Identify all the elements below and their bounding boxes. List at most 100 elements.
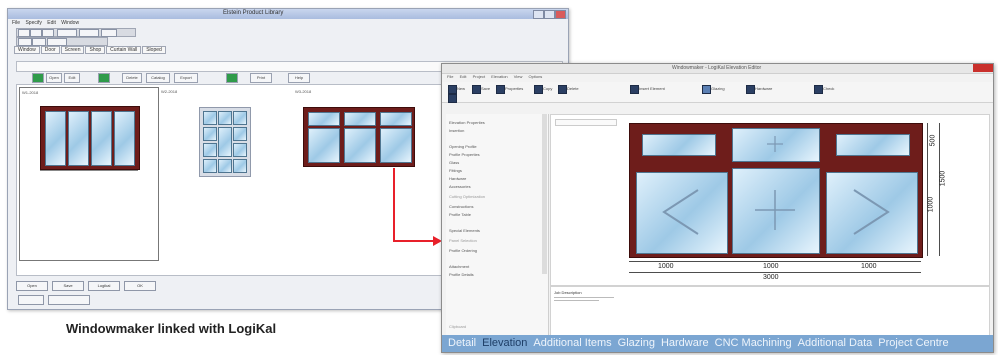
toolbar-save-button[interactable] [42,29,54,37]
menu-options[interactable]: Options [529,74,543,79]
tab-detail[interactable]: Detail [448,337,476,349]
toolbar-print-button[interactable] [57,29,77,37]
sidebar-item[interactable]: Insertion [449,128,464,133]
glass-pane [203,111,217,125]
ribbon-delete[interactable]: Delete [567,86,579,91]
maximize-button[interactable] [544,10,555,19]
sidebar-item[interactable]: Profile Ordering [449,248,477,253]
sidebar-item[interactable]: Clipboard [449,324,466,329]
save-button[interactable]: Save [52,281,84,291]
menu-window[interactable]: Window [61,20,79,26]
copy-icon[interactable] [534,85,543,94]
ribbon-insert-element[interactable]: Insert Element [639,86,665,91]
delete-icon[interactable] [558,85,567,94]
sidebar-item[interactable]: Opening Profile [449,144,477,149]
sidebar-item[interactable]: Panel Selection [449,238,477,243]
tab-door[interactable]: Door [40,46,60,54]
sidebar-item[interactable]: Attachment [449,264,469,269]
tab-curtain-wall[interactable]: Curtain Wall [106,46,142,54]
sidebar-item[interactable]: Profile Details [449,272,474,277]
logikal-menubar: File Edit Project Elevation View Options [442,74,993,81]
product-card-3[interactable]: W3-2018 [293,87,423,259]
module-tab-bar: Detail Elevation Additional Items Glazing Ha… [442,335,993,352]
ribbon-glazing[interactable]: Glazing [711,86,725,91]
tab-glazing[interactable]: Glazing [618,337,655,349]
control-open-button[interactable]: Open [46,73,62,83]
sidebar-scrollbar[interactable] [542,114,547,274]
sidebar-item[interactable]: Fittings [449,168,462,173]
sidebar-item[interactable]: Glass [449,160,459,165]
tab-additional-data[interactable]: Additional Data [798,337,873,349]
sidebar-item[interactable]: Constructions [449,204,473,209]
close-button[interactable] [973,64,993,72]
tab-screen[interactable]: Screen [60,46,85,54]
ribbon-copy[interactable]: Copy [543,86,552,91]
tab-cnc-machining[interactable]: CNC Machining [715,337,792,349]
control-print-button[interactable]: Print [250,73,272,83]
control-edit-button[interactable]: Edit [64,73,80,83]
green-action-button-2[interactable] [98,73,110,83]
sidebar-item[interactable]: Profile Table [449,212,471,217]
tab-elevation[interactable]: Elevation [482,337,527,349]
ok-button[interactable]: OK [124,281,156,291]
category-tabs: Window Door Screen Shop Curtain Wall Sloped [14,46,167,56]
ribbon-hardware[interactable]: Hardware [755,86,772,91]
sidebar-item[interactable]: Accessories [449,184,471,189]
new-icon[interactable] [448,85,457,94]
sidebar-item[interactable]: Special Elements [449,228,480,233]
sidebar-item[interactable]: Elevation Properties [449,120,485,125]
close-button[interactable] [555,10,566,19]
green-action-button[interactable] [32,73,44,83]
toolbar-new-button[interactable] [18,29,30,37]
check-icon[interactable] [814,85,823,94]
menu-edit[interactable]: Edit [460,74,467,79]
glazing-icon[interactable] [702,85,711,94]
minimize-button[interactable] [533,10,544,19]
insert-element-icon[interactable] [630,85,639,94]
control-help-button[interactable]: Help [288,73,310,83]
open-button[interactable]: Open [16,281,48,291]
glass-pane [218,111,232,125]
toolbar-redo-button[interactable] [32,38,46,46]
ribbon-new[interactable]: New [457,86,465,91]
ribbon-save[interactable]: Save [481,86,490,91]
toolbar-open-button[interactable] [30,29,42,37]
menu-edit[interactable]: Edit [47,20,56,26]
save-icon[interactable] [472,85,481,94]
ribbon-properties[interactable]: Properties [505,86,523,91]
sidebar-item[interactable]: Cutting Optimization [449,194,485,199]
sidebar-item[interactable]: Profile Properties [449,152,480,157]
green-action-button-3[interactable] [226,73,238,83]
menu-elevation[interactable]: Elevation [491,74,507,79]
canvas-toolbar[interactable] [555,119,617,126]
tab-shop[interactable]: Shop [85,46,106,54]
tab-additional-items[interactable]: Additional Items [533,337,611,349]
tab-project-centre[interactable]: Project Centre [878,337,948,349]
hardware-icon[interactable] [746,85,755,94]
control-export-button[interactable]: Export [174,73,198,83]
menu-file[interactable]: File [447,74,453,79]
toolbar-zoom-button[interactable] [47,38,67,46]
menu-view[interactable]: View [514,74,523,79]
logikal-button[interactable]: Logikal [88,281,120,291]
dim-width-1: 1000 [658,263,674,270]
toolbar-help-button[interactable] [101,29,117,37]
toolbar-undo-button[interactable] [18,38,32,46]
menu-file[interactable]: File [12,20,20,26]
ribbon-check[interactable]: Check [823,86,834,91]
tab-hardware[interactable]: Hardware [661,337,709,349]
properties-icon[interactable] [496,85,505,94]
menu-project[interactable]: Project [473,74,485,79]
tab-sloped[interactable]: Sloped [142,46,166,54]
toolbar-export-button[interactable] [79,29,99,37]
notes-panel: Job Description [550,286,990,336]
sidebar-item[interactable]: Hardware [449,176,466,181]
glass-pane [218,127,232,157]
product-card-2[interactable]: W2-2018 [159,87,289,259]
control-catalog-button[interactable]: Catalog [146,73,170,83]
menu-specify[interactable]: Specify [25,20,41,26]
settings-icon[interactable] [448,94,457,103]
control-delete-button[interactable]: Delete [122,73,142,83]
product-card-1[interactable]: W1-2018 [19,87,159,261]
tab-window[interactable]: Window [14,46,40,54]
